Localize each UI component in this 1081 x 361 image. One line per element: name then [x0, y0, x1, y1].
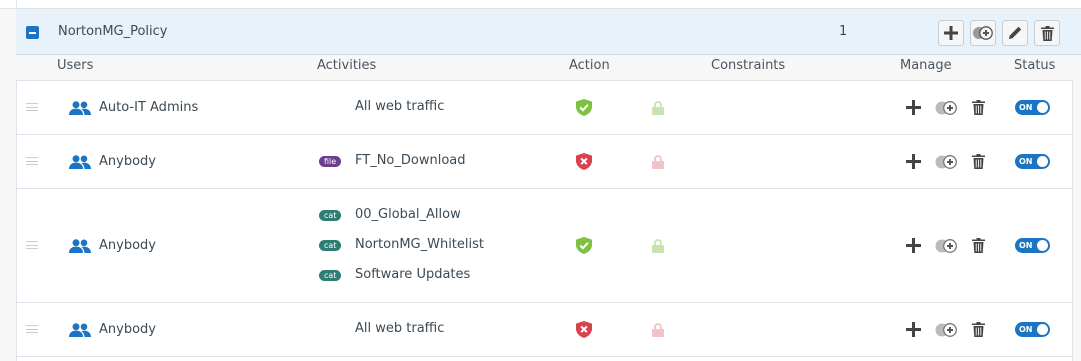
user-group-icon	[69, 323, 91, 337]
col-status: Status	[1014, 58, 1056, 73]
col-action: Action	[569, 58, 610, 73]
clone-rule-icon[interactable]	[935, 239, 958, 253]
activity-tag: cat	[319, 210, 342, 221]
rule-user[interactable]: Auto-IT Admins	[99, 100, 198, 115]
rule-user[interactable]: Anybody	[99, 238, 156, 253]
add-rule-plus-icon[interactable]	[906, 238, 921, 253]
activity-text: All web traffic	[355, 99, 445, 114]
activity-text: 00_Global_Allow	[355, 207, 461, 222]
clone-rule-icon[interactable]	[935, 323, 958, 337]
activity-item[interactable]: cat Software Updates	[319, 266, 579, 286]
toggle-knob	[1037, 156, 1048, 167]
rule-row[interactable]: Anybody All web traffic ON	[17, 303, 1072, 357]
drag-handle-icon[interactable]	[26, 241, 38, 249]
clone-rule-icon[interactable]	[935, 101, 958, 115]
lock-icon[interactable]	[652, 239, 664, 253]
user-group-icon	[69, 155, 91, 169]
top-strip	[0, 0, 1081, 9]
policy-name: NortonMG_Policy	[58, 24, 168, 39]
status-toggle[interactable]: ON	[1015, 154, 1050, 169]
activity-item[interactable]: All web traffic	[319, 98, 579, 118]
add-rule-plus-icon[interactable]	[906, 322, 921, 337]
lock-icon[interactable]	[652, 155, 664, 169]
col-constraints: Constraints	[711, 58, 786, 73]
plus-icon	[944, 26, 958, 40]
activity-tag: cat	[319, 240, 342, 251]
toggle-label: ON	[1019, 157, 1033, 166]
activity-item[interactable]: cat NortonMG_Whitelist	[319, 236, 579, 256]
activity-tag: cat	[319, 270, 342, 281]
allow-shield-icon	[576, 99, 592, 116]
rule-user[interactable]: Anybody	[99, 322, 156, 337]
delete-rule-trash-icon[interactable]	[972, 100, 985, 115]
clone-rule-icon[interactable]	[935, 155, 958, 169]
toggle-knob	[1037, 102, 1048, 113]
user-group-icon	[69, 101, 91, 115]
activity-text: All web traffic	[355, 321, 445, 336]
column-headers: Users Activities Action Constraints Mana…	[16, 55, 1081, 81]
clone-icon	[973, 26, 993, 40]
user-group-icon	[69, 239, 91, 253]
block-shield-icon	[576, 321, 592, 338]
activity-item[interactable]: cat 00_Global_Allow	[319, 206, 579, 226]
clone-policy-button[interactable]	[970, 20, 996, 46]
status-toggle[interactable]: ON	[1015, 238, 1050, 253]
add-rule-button[interactable]	[938, 20, 964, 46]
activity-text: Software Updates	[355, 267, 471, 282]
policy-rule-count: 1	[839, 24, 848, 39]
policy-header[interactable]: NortonMG_Policy 1	[16, 9, 1081, 55]
lock-icon[interactable]	[652, 323, 664, 337]
block-shield-icon	[576, 153, 592, 170]
delete-rule-trash-icon[interactable]	[972, 154, 985, 169]
trash-icon	[1040, 25, 1054, 41]
divider	[16, 0, 17, 9]
add-rule-plus-icon[interactable]	[906, 154, 921, 169]
status-toggle[interactable]: ON	[1015, 322, 1050, 337]
rule-row[interactable]: Anybody cat 00_Global_Allow cat NortonMG…	[17, 189, 1072, 303]
toggle-label: ON	[1019, 325, 1033, 334]
rule-row[interactable]: Auto-IT Admins All web traffic ON	[17, 81, 1072, 135]
col-activities: Activities	[317, 58, 377, 73]
drag-handle-icon[interactable]	[26, 325, 38, 333]
edit-policy-button[interactable]	[1002, 20, 1028, 46]
activity-tag: file	[319, 156, 342, 167]
delete-policy-button[interactable]	[1034, 20, 1060, 46]
pencil-icon	[1009, 26, 1022, 39]
col-manage: Manage	[900, 58, 952, 73]
status-toggle[interactable]: ON	[1015, 100, 1050, 115]
toggle-label: ON	[1019, 241, 1033, 250]
rule-row[interactable]: Anybody file FT_No_Download ON	[17, 135, 1072, 189]
drag-handle-icon[interactable]	[26, 103, 38, 111]
delete-rule-trash-icon[interactable]	[972, 322, 985, 337]
add-rule-plus-icon[interactable]	[906, 100, 921, 115]
delete-rule-trash-icon[interactable]	[972, 238, 985, 253]
toggle-knob	[1037, 240, 1048, 251]
allow-shield-icon	[576, 237, 592, 254]
activity-item[interactable]: file FT_No_Download	[319, 152, 579, 172]
rules-table: Auto-IT Admins All web traffic ON Anybod…	[16, 80, 1073, 361]
rule-user[interactable]: Anybody	[99, 154, 156, 169]
drag-handle-icon[interactable]	[26, 157, 38, 165]
toggle-knob	[1037, 324, 1048, 335]
col-users: Users	[57, 58, 94, 73]
activity-text: FT_No_Download	[355, 153, 466, 168]
activity-item[interactable]: All web traffic	[319, 320, 579, 340]
toggle-label: ON	[1019, 103, 1033, 112]
lock-icon[interactable]	[652, 101, 664, 115]
activity-text: NortonMG_Whitelist	[355, 237, 484, 252]
collapse-minus-icon[interactable]	[26, 26, 39, 39]
